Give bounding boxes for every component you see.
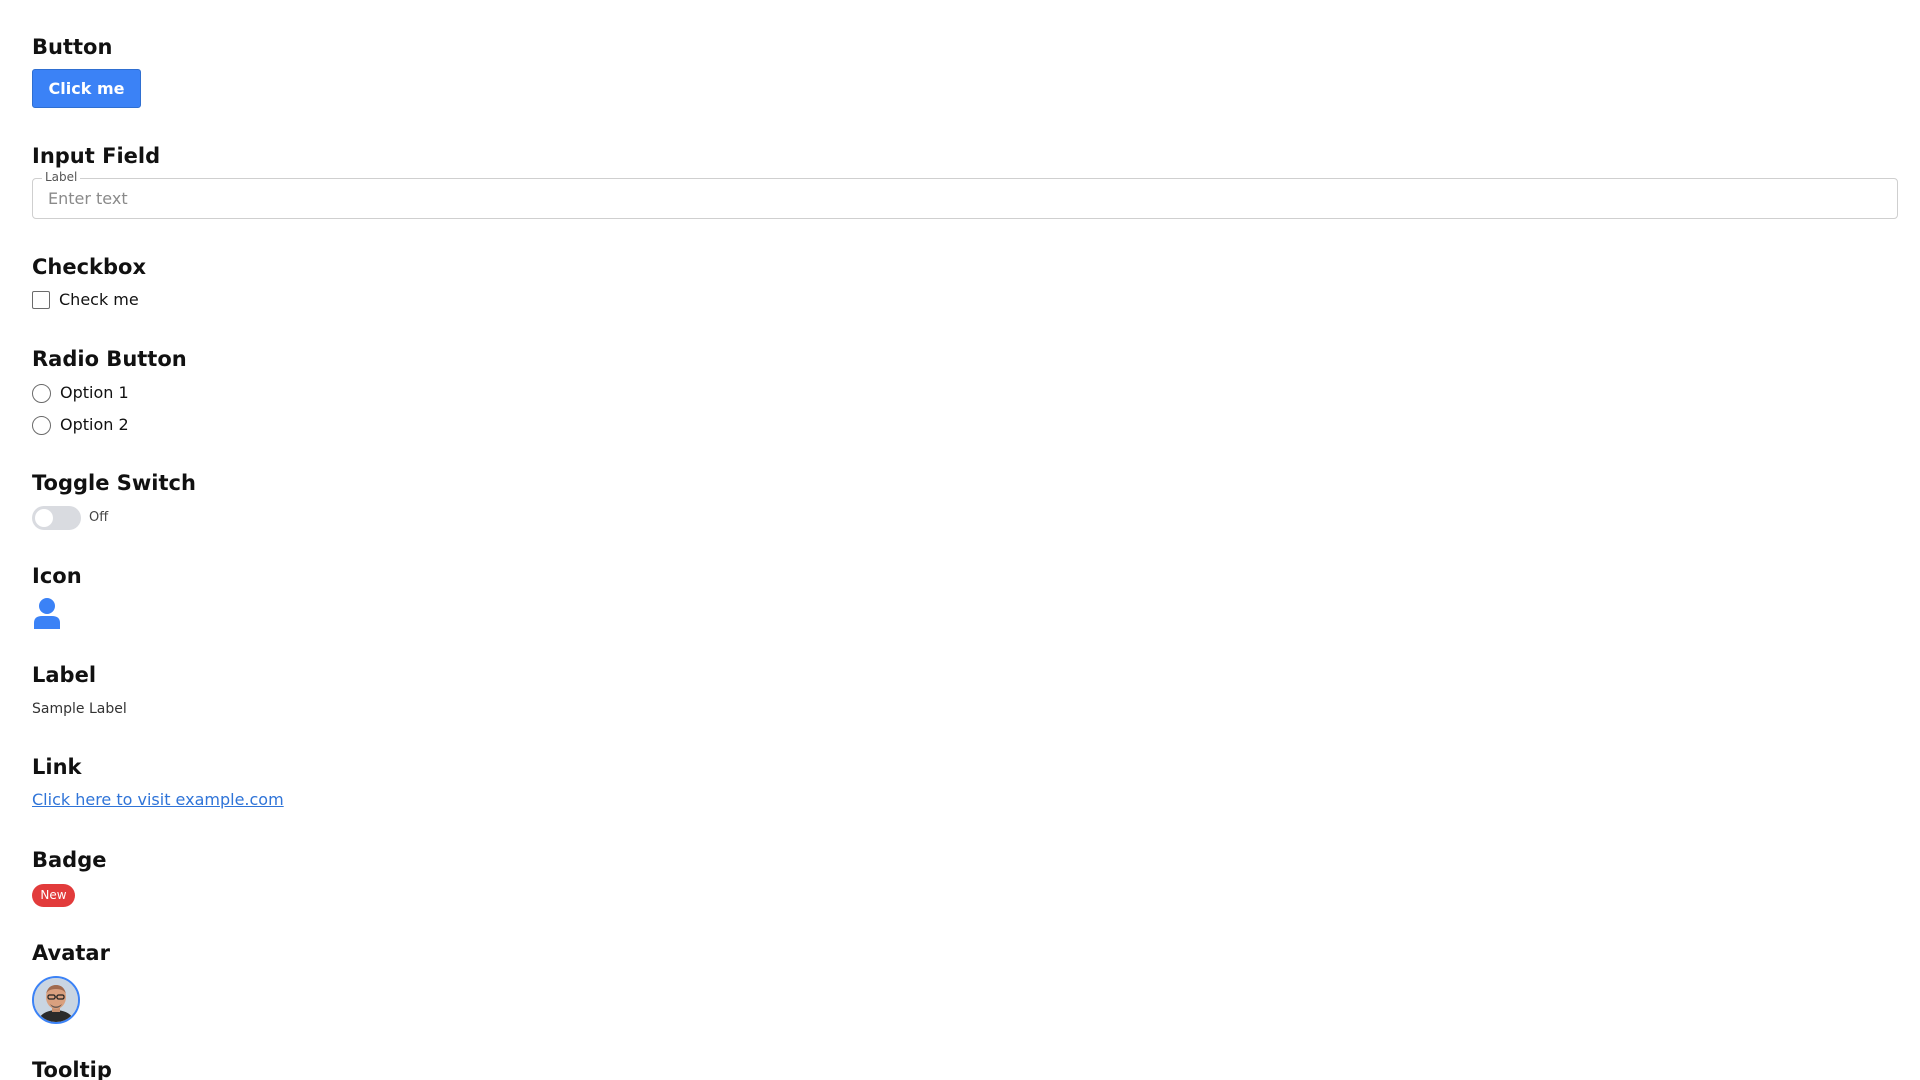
avatar-photo [34,978,78,1022]
sample-label: Sample Label [32,701,127,717]
avatar-section-title: Avatar [32,941,110,965]
button-section-title: Button [32,35,113,59]
input-section-title: Input Field [32,144,161,168]
avatar [32,976,80,1024]
toggle-switch[interactable] [32,506,81,530]
example-link[interactable]: Click here to visit example.com [32,790,284,810]
radio-option-1[interactable]: Option 1 [32,382,129,404]
checkbox-section-title: Checkbox [32,255,147,279]
label-section-title: Label [32,663,97,687]
toggle-state-label: Off [89,510,109,525]
badge-section-title: Badge [32,848,107,872]
radio-option-2[interactable]: Option 2 [32,414,129,436]
checkbox-label: Check me [59,290,139,309]
click-me-button[interactable]: Click me [32,69,141,108]
radio-button[interactable] [32,415,51,435]
radio-option-label: Option 1 [60,383,129,402]
link-section-title: Link [32,755,82,779]
user-icon [34,598,60,629]
check-me-checkbox[interactable] [32,291,50,309]
new-badge: New [32,884,75,907]
radio-option-label: Option 2 [60,415,129,434]
toggle-section-title: Toggle Switch [32,471,196,495]
radio-section-title: Radio Button [32,347,187,371]
checkbox-row[interactable]: Check me [32,289,139,311]
text-input[interactable] [48,179,1878,218]
icon-section-title: Icon [32,564,82,588]
component-gallery: Button Click me Input Field Label Checkb… [0,0,1920,1080]
radio-button[interactable] [32,383,51,403]
tooltip-section-title: Tooltip [32,1058,112,1080]
toggle-knob [35,509,53,527]
text-input-field: Label [32,170,1898,219]
